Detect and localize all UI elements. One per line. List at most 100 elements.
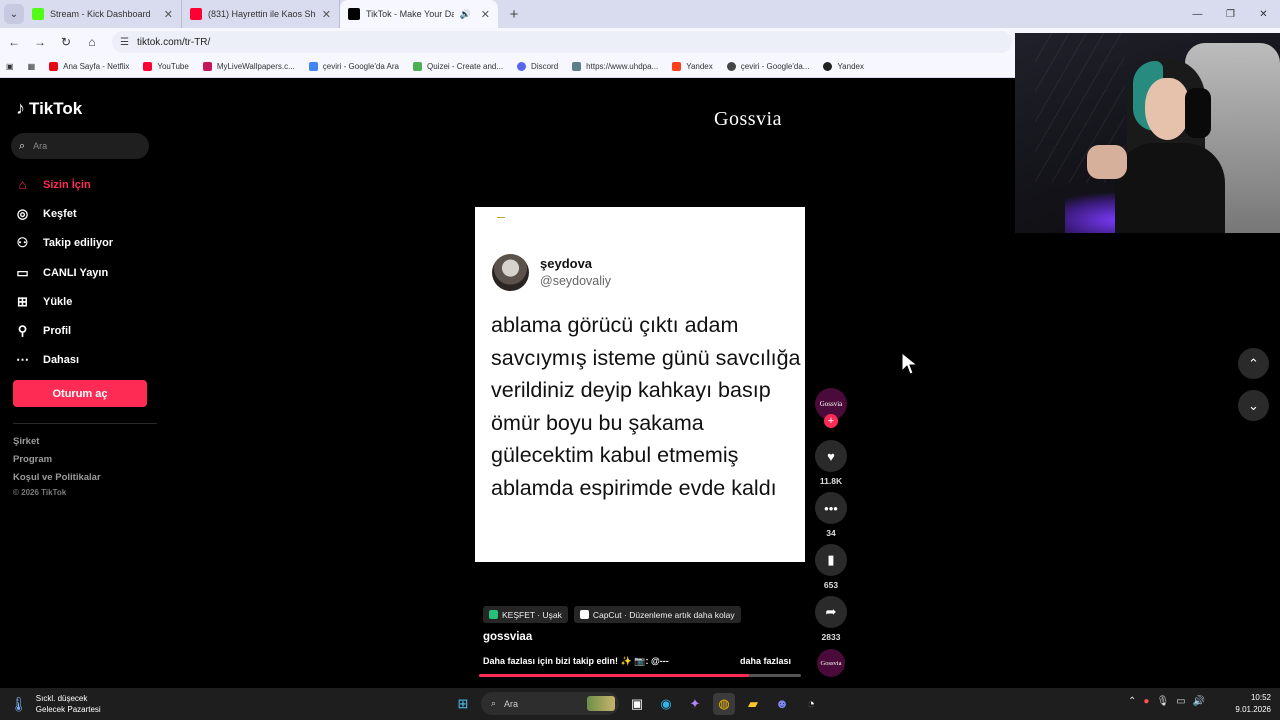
profile-icon: ⚲	[17, 323, 28, 339]
edge-icon[interactable]: ◉	[655, 693, 677, 715]
kick-favicon-icon	[32, 8, 44, 20]
back-icon[interactable]: ←	[2, 30, 26, 54]
bookmark-google-ceviri[interactable]: çeviri - Google'da Ara	[308, 62, 399, 71]
bookmark-label: YouTube	[157, 62, 189, 71]
bookmark-quizei[interactable]: Quizei - Create and...	[413, 62, 503, 71]
bookmark-netflix[interactable]: Ana Sayfa - Netflix	[49, 62, 129, 71]
more-link[interactable]: daha fazlası	[740, 656, 791, 666]
bookmark-yandex[interactable]: Yandex	[672, 62, 713, 71]
login-button[interactable]: Oturum aç	[13, 380, 147, 407]
reload-icon[interactable]: ↻	[54, 30, 78, 54]
close-tab-icon[interactable]: ✕	[481, 8, 490, 21]
previous-video-button[interactable]: ⌃	[1238, 348, 1269, 379]
sidebar-item-live[interactable]: ▭ CANLI Yayın	[14, 258, 154, 287]
headset-icon	[1185, 88, 1211, 138]
music-disc-avatar[interactable]: Gossvia	[817, 649, 845, 677]
sidebar-item-profile[interactable]: ⚲ Profil	[14, 316, 154, 345]
url-field[interactable]: ☰ tiktok.com/tr-TR/	[112, 31, 1012, 53]
copilot-icon[interactable]: ✦	[684, 693, 706, 715]
close-window-icon[interactable]: ✕	[1247, 0, 1280, 28]
chip-label: KEŞFET · Uşak	[502, 609, 562, 620]
bookmark-label: Yandex	[686, 62, 713, 71]
sidebar-item-more[interactable]: ⋯ Dahası	[14, 346, 154, 375]
search-input[interactable]	[33, 141, 134, 151]
bookmark-google-ceviri-2[interactable]: çeviri - Google'da...	[726, 62, 809, 71]
follow-plus-icon[interactable]: +	[824, 414, 838, 428]
sidebar-item-explore[interactable]: ◎ Keşfet	[14, 199, 154, 228]
task-view-icon[interactable]: ▣	[626, 693, 648, 715]
discord-icon[interactable]: ☻	[771, 693, 793, 715]
home-icon[interactable]: ⌂	[80, 30, 104, 54]
footer-link-program[interactable]: Program	[13, 454, 101, 472]
bookmark-yandex-2[interactable]: Yandex	[823, 62, 864, 71]
chip-capcut[interactable]: CapCut · Düzenleme artık daha kolay	[573, 606, 741, 623]
obs-icon[interactable]: ◔	[800, 693, 822, 715]
save-button[interactable]: ▮	[815, 544, 847, 576]
date: 9.01.2026	[1235, 705, 1271, 714]
antivirus-icon[interactable]: ●	[1143, 696, 1149, 707]
tab-kick[interactable]: Stream - Kick Dashboard ✕	[24, 0, 182, 28]
minimize-icon[interactable]: —	[1181, 0, 1214, 28]
tweet-avatar	[492, 254, 529, 291]
close-tab-icon[interactable]: ✕	[322, 8, 331, 21]
tab-search-button[interactable]: ⌄	[4, 4, 24, 24]
chrome-icon[interactable]: ◍	[713, 692, 735, 715]
apps-icon[interactable]: ▦	[28, 62, 36, 71]
bookmark-youtube[interactable]: YouTube	[143, 62, 189, 71]
bookmark-discord[interactable]: Discord	[517, 62, 558, 71]
comment-button[interactable]: •••	[815, 492, 847, 524]
video-brand-watermark: Gossvia	[714, 108, 782, 130]
streamer-body	[1115, 143, 1225, 233]
close-tab-icon[interactable]: ✕	[164, 8, 173, 21]
following-icon: ⚇	[16, 235, 29, 251]
microphone-icon[interactable]: 🎙	[1156, 696, 1169, 707]
webcam-overlay	[1015, 33, 1280, 233]
search-highlight-image	[587, 696, 615, 711]
sidebar-item-upload[interactable]: ⊞ Yükle	[14, 287, 154, 316]
bookmark-uhdpaper[interactable]: https://www.uhdpa...	[572, 62, 658, 71]
tiktok-favicon-icon	[348, 8, 360, 20]
like-button[interactable]: ♥	[815, 440, 847, 472]
yandex-icon	[672, 62, 682, 71]
sidebar-item-for-you[interactable]: ⌂ Sizin İçin	[14, 170, 154, 199]
taskbar-search[interactable]: ⌕ Ara	[481, 692, 619, 715]
next-video-button[interactable]: ⌄	[1238, 390, 1269, 421]
tab-strip: ⌄ Stream - Kick Dashboard ✕ (831) Hayret…	[0, 0, 1280, 28]
sidebar-item-label: Keşfet	[43, 207, 77, 220]
search-box[interactable]: ⌕	[11, 133, 149, 159]
video-progress[interactable]	[479, 674, 801, 677]
sidebar-item-following[interactable]: ⚇ Takip ediliyor	[14, 229, 154, 258]
site-info-icon[interactable]: ☰	[120, 37, 129, 48]
forward-icon[interactable]: →	[28, 30, 52, 54]
taskbar-apps: ⊞ ⌕ Ara ▣ ◉ ✦ ◍ ▰ ☻ ◔	[452, 692, 822, 715]
tab-youtube[interactable]: (831) Hayrettin ile Kaos Show - ✕	[182, 0, 340, 28]
footer-link-company[interactable]: Şirket	[13, 436, 101, 454]
volume-icon[interactable]: 🔊	[1193, 696, 1205, 707]
share-button[interactable]: ➦	[815, 596, 847, 628]
clock[interactable]: 10:52 9.01.2026	[1231, 692, 1271, 716]
chip-location[interactable]: KEŞFET · Uşak	[483, 606, 568, 623]
bookmark-label: Ana Sayfa - Netflix	[63, 62, 130, 71]
tab-title: (831) Hayrettin ile Kaos Show -	[208, 9, 316, 19]
search-icon: ⌕	[491, 698, 497, 708]
time: 10:52	[1250, 693, 1271, 702]
video-author[interactable]: gossviaa	[483, 631, 532, 643]
bookmark-mylivewallpapers[interactable]: MyLiveWallpapers.c...	[202, 62, 295, 71]
sidebar-item-label: Takip ediliyor	[43, 237, 114, 250]
speaker-icon[interactable]: 🔊	[460, 9, 471, 20]
restore-icon[interactable]: ❐	[1214, 0, 1247, 28]
copyright: © 2026 TikTok	[13, 488, 67, 497]
search-icon[interactable]: ⌕	[19, 140, 25, 153]
tweet-card[interactable]: şeydova @seydovaliy ablama görücü çıktı …	[475, 207, 805, 562]
tweet-author-name: şeydova	[540, 256, 593, 271]
sidebar-toggle-icon[interactable]: ▣	[6, 62, 14, 71]
file-explorer-icon[interactable]: ▰	[742, 693, 764, 715]
weather-widget[interactable]: 🌡 Sıckl. düşecek Gelecek Pazartesi	[10, 693, 101, 715]
tiktok-logo[interactable]: ♪ TikTok	[16, 98, 82, 119]
tab-tiktok[interactable]: TikTok - Make Your Day 🔊 ✕	[340, 0, 498, 28]
globe-icon	[823, 62, 833, 71]
display-icon[interactable]: ▭	[1176, 696, 1185, 707]
windows-start-icon[interactable]: ⊞	[452, 693, 474, 715]
new-tab-button[interactable]: +	[504, 4, 524, 24]
chevron-up-icon[interactable]: ⌃	[1128, 696, 1136, 707]
